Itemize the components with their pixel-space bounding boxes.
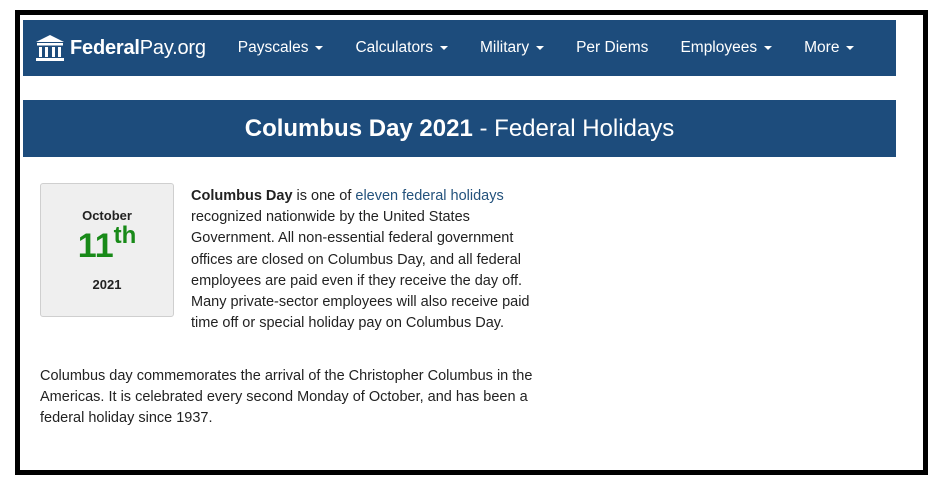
brand-logo-link[interactable]: FederalPay.org	[35, 20, 206, 76]
capitol-building-icon	[36, 35, 64, 61]
nav-item-label: More	[804, 39, 840, 56]
nav-item-label: Employees	[680, 39, 758, 56]
date-day: 11th	[41, 224, 173, 266]
date-day-suffix: th	[113, 222, 137, 249]
caret-down-icon	[536, 46, 545, 50]
nav-item-military[interactable]: Military	[464, 20, 560, 76]
caret-down-icon	[315, 46, 324, 50]
nav-item-label: Payscales	[237, 39, 309, 56]
caret-down-icon	[846, 46, 855, 50]
brand-name-bold: Federal	[70, 36, 140, 59]
nav-item-per-diems[interactable]: Per Diems	[560, 20, 664, 76]
top-navbar: FederalPay.org Payscales Calculators Mil…	[23, 20, 896, 76]
brand-name: FederalPay.org	[70, 37, 206, 60]
holiday-date-card: October 11th 2021	[40, 183, 174, 317]
date-year: 2021	[92, 277, 122, 292]
page-title: Columbus Day 2021 - Federal Holidays	[23, 100, 896, 157]
nav-item-more[interactable]: More	[788, 20, 870, 76]
nav-item-label: Military	[479, 39, 530, 56]
intro-paragraph: Columbus Day is one of eleven federal ho…	[191, 186, 531, 334]
page-title-bold: Columbus Day 2021	[244, 114, 473, 142]
nav-item-calculators[interactable]: Calculators	[339, 20, 464, 76]
nav-item-label: Per Diems	[576, 39, 649, 56]
intro-bold: Columbus Day	[191, 188, 293, 204]
caret-down-icon	[764, 46, 773, 50]
brand-name-rest: Pay.org	[139, 36, 206, 59]
date-day-number: 11	[77, 227, 114, 265]
nav-item-employees[interactable]: Employees	[664, 20, 788, 76]
nav-item-label: Calculators	[355, 39, 433, 56]
caret-down-icon	[439, 46, 448, 50]
federal-holidays-link[interactable]: eleven federal holidays	[355, 188, 503, 204]
intro-text-after-link: recognized nationwide by the United Stat…	[191, 188, 534, 332]
nav-item-payscales[interactable]: Payscales	[222, 20, 340, 76]
intro-text-before-link: is one of	[292, 188, 356, 204]
page-title-rest: - Federal Holidays	[472, 114, 675, 142]
nav-menu: Payscales Calculators Military Per Diems…	[222, 20, 871, 76]
history-paragraph: Columbus day commemorates the arrival of…	[40, 368, 533, 427]
date-month: October	[82, 208, 132, 223]
